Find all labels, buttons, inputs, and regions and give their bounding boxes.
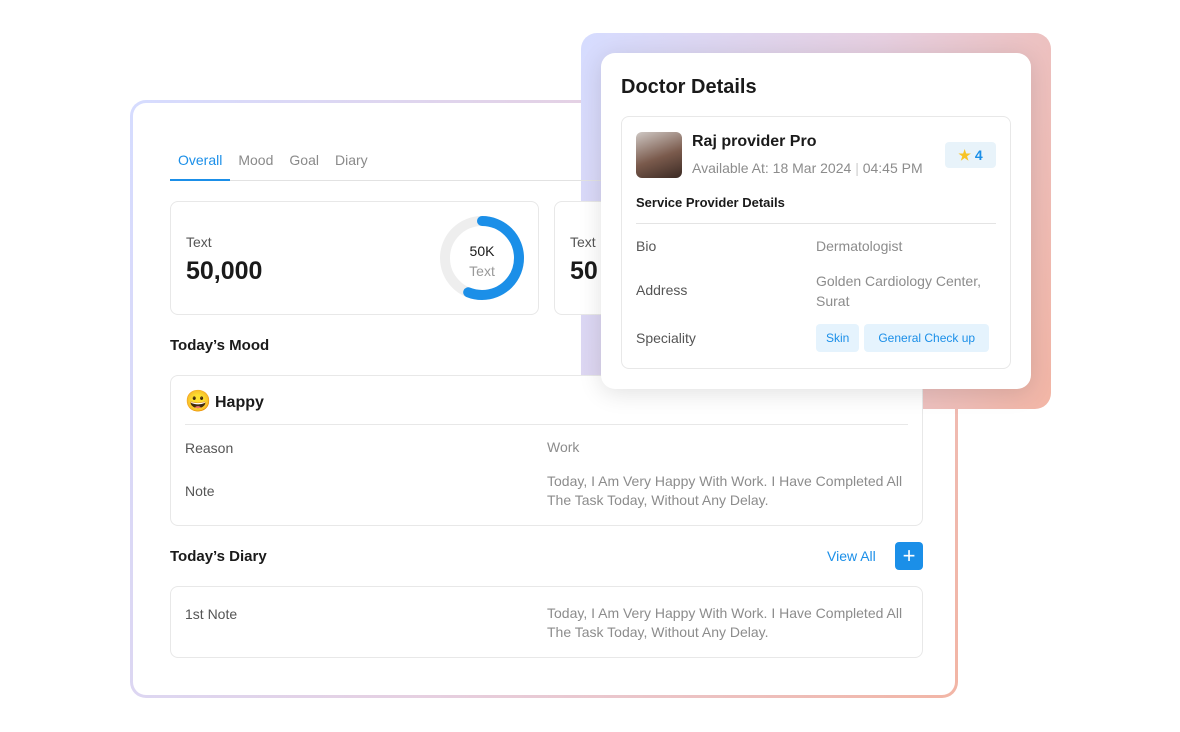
ring-label: Text [469,263,495,279]
address-label: Address [636,282,688,298]
doctor-details-popup: Doctor Details Raj provider Pro Availabl… [601,53,1031,389]
view-all-link[interactable]: View All [827,548,876,564]
divider [636,223,996,224]
add-diary-button[interactable]: + [895,542,923,570]
divider [185,424,908,425]
reason-value: Work [547,439,580,455]
reason-label: Reason [185,440,234,456]
stat-value: 50,000 [186,257,263,285]
tab-goal[interactable]: Goal [281,140,327,181]
mood-card: 😀 Happy Reason Work Note Today, I Am Ver… [170,375,923,526]
bio-value: Dermatologist [816,238,903,254]
speciality-chips: Skin General Check up [816,324,990,352]
ring-value: 50K [469,243,495,259]
tab-diary[interactable]: Diary [327,140,376,181]
avatar [636,132,682,178]
rating-value: 4 [974,147,983,163]
diary-card: 1st Note Today, I Am Very Happy With Wor… [170,586,923,658]
entry-value: Today, I Am Very Happy With Work. I Have… [547,605,903,640]
available-date: Available At: 18 Mar 2024 [692,160,852,176]
available-time: 04:45 PM [862,160,923,176]
diary-title: Today’s Diary [170,548,267,565]
happy-emoji-icon: 😀 [185,390,212,413]
doctor-name: Raj provider Pro [692,133,817,150]
stat-card: Text 50,000 50K Text [170,201,539,315]
entry-label: 1st Note [185,606,238,622]
star-icon: ★ [958,147,971,163]
speciality-chip: Skin [816,324,860,352]
doctor-card: Raj provider Pro Available At: 18 Mar 20… [621,116,1011,369]
mood-title: Today’s Mood [170,337,270,354]
mood-name: Happy [215,394,264,411]
bio-label: Bio [636,238,657,254]
section-title: Service Provider Details [636,195,785,210]
tab-mood[interactable]: Mood [230,140,281,181]
note-value: Today, I Am Very Happy With Work. I Have… [547,473,903,508]
availability: Available At: 18 Mar 2024 | 04:45 PM [692,160,923,176]
stat-value: 50 [570,257,598,285]
address-value: Golden Cardiology Center, Surat [816,273,981,309]
popup-title: Doctor Details [621,76,757,98]
speciality-chip: General Check up [864,324,990,352]
note-label: Note [185,483,215,499]
stat-label: Text [570,234,596,250]
speciality-label: Speciality [636,330,696,346]
stat-label: Text [186,234,212,250]
rating-badge: ★ 4 [945,142,996,168]
tab-overall[interactable]: Overall [170,140,231,181]
